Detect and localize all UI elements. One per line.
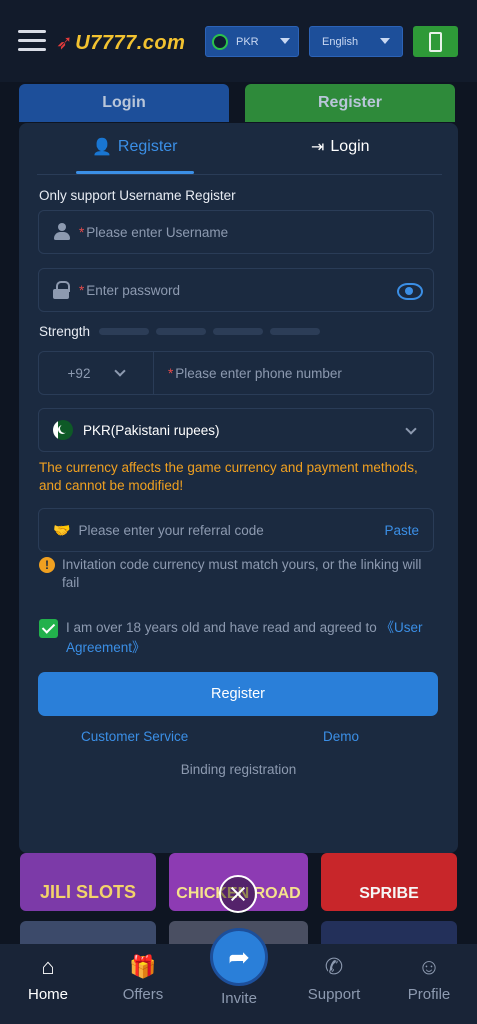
strength-bar (213, 328, 263, 335)
share-icon: ➦ (228, 941, 250, 972)
tab-register[interactable]: 👤 Register (92, 137, 178, 157)
game-tile-label: JILI SLOTS (39, 882, 136, 902)
tabs-divider (37, 174, 442, 175)
profile-icon: ☺ (417, 954, 441, 979)
bottom-nav: ⌂ Home 🎁 Offers ➦ Invite ✆ Support ☺ Pro… (0, 928, 477, 1024)
phone-icon (429, 31, 442, 52)
currency-selector[interactable]: PKR (205, 26, 299, 57)
register-modal: 👤 Register ⇥ Login Only support Username… (19, 123, 458, 853)
rocket-icon: ➶ (56, 32, 74, 54)
paste-button[interactable]: Paste (384, 523, 419, 538)
customer-service-link[interactable]: Customer Service (81, 729, 188, 744)
register-hint: Only support Username Register (39, 188, 236, 203)
tab-login[interactable]: ⇥ Login (311, 137, 370, 157)
chevron-down-icon (405, 423, 417, 435)
top-bar: ➶ U7777.com PKR English (0, 0, 477, 82)
country-code-select[interactable]: +92 (39, 352, 154, 394)
close-modal-button[interactable] (219, 875, 257, 913)
strength-bar (156, 328, 206, 335)
binding-registration-link[interactable]: Binding registration (19, 762, 458, 777)
phone-field: +92 * Please enter phone number (38, 351, 434, 395)
login-door-icon: ⇥ (311, 139, 325, 156)
site-logo[interactable]: ➶ U7777.com (56, 30, 185, 55)
nav-invite-button[interactable]: ➦ (210, 928, 268, 986)
logo-text: U7777.com (75, 32, 186, 54)
country-code-value: +92 (67, 365, 91, 381)
game-tile-jili[interactable]: JILI SLOTS (20, 853, 156, 911)
nav-support-label: Support (307, 986, 361, 1003)
required-marker: * (79, 282, 85, 298)
pakistan-flag-icon (53, 420, 73, 440)
home-icon: ⌂ (41, 954, 55, 979)
invite-note-text: Invitation code currency must match your… (62, 557, 422, 590)
game-tile-spribe[interactable]: SPRIBE (321, 853, 457, 911)
password-placeholder: Enter password (86, 282, 181, 298)
currency-value: PKR(Pakistani rupees) (83, 422, 220, 438)
chevron-down-icon (114, 365, 127, 377)
phone-icon: ✆ (324, 954, 344, 979)
user-icon (53, 223, 71, 241)
caret-down-icon (280, 38, 290, 44)
language-label: English (322, 35, 359, 48)
nav-profile[interactable]: ☺ Profile (389, 954, 469, 1003)
agreement-checkbox[interactable] (39, 619, 58, 638)
nav-home-label: Home (27, 986, 68, 1003)
page-login-button[interactable]: Login (19, 84, 229, 122)
referral-placeholder: Please enter your referral code (78, 522, 264, 538)
modal-tabs: 👤 Register ⇥ Login (19, 123, 458, 175)
username-placeholder: Please enter Username (86, 224, 229, 240)
phone-input[interactable]: * Please enter phone number (154, 366, 342, 381)
menu-icon[interactable] (18, 30, 46, 52)
required-marker: * (168, 365, 174, 381)
nav-invite-label: Invite (221, 990, 257, 1007)
phone-placeholder: Please enter phone number (175, 365, 342, 381)
nav-support[interactable]: ✆ Support (294, 954, 374, 1003)
language-selector[interactable]: English (309, 26, 403, 57)
password-input[interactable]: * Enter password (38, 268, 434, 312)
add-user-icon: 👤 (92, 139, 112, 156)
nav-profile-label: Profile (407, 986, 451, 1003)
nav-home[interactable]: ⌂ Home (8, 954, 88, 1003)
gift-icon: 🎁 (129, 954, 157, 979)
lock-icon (53, 281, 70, 299)
agreement-text: I am over 18 years old and have read and… (66, 620, 381, 635)
nav-offers[interactable]: 🎁 Offers (103, 954, 183, 1003)
caret-down-icon (380, 38, 390, 44)
tab-register-label: Register (117, 138, 178, 155)
whatsapp-icon (212, 33, 228, 50)
eye-icon[interactable] (397, 282, 423, 300)
username-input[interactable]: * Please enter Username (38, 210, 434, 254)
tab-login-label: Login (330, 138, 370, 155)
strength-bar (99, 328, 149, 335)
demo-link[interactable]: Demo (323, 729, 359, 744)
invite-note: ! Invitation code currency must match yo… (39, 556, 439, 592)
required-marker: * (79, 224, 85, 240)
handshake-icon: 🤝 (53, 521, 71, 538)
currency-warning: The currency affects the game currency a… (39, 460, 418, 493)
strength-bar (270, 328, 320, 335)
nav-offers-label: Offers (122, 986, 164, 1003)
page-register-button[interactable]: Register (245, 84, 455, 122)
warning-icon: ! (39, 557, 55, 573)
agreement-row: I am over 18 years old and have read and… (39, 618, 439, 658)
app-download-button[interactable] (413, 26, 458, 57)
strength-label: Strength (39, 324, 91, 339)
currency-label: PKR (236, 35, 259, 48)
register-submit-button[interactable]: Register (38, 672, 438, 716)
referral-input[interactable]: 🤝 Please enter your referral code Paste (38, 508, 434, 552)
currency-select[interactable]: PKR(Pakistani rupees) (38, 408, 434, 452)
game-tile-label: SPRIBE (359, 885, 419, 902)
